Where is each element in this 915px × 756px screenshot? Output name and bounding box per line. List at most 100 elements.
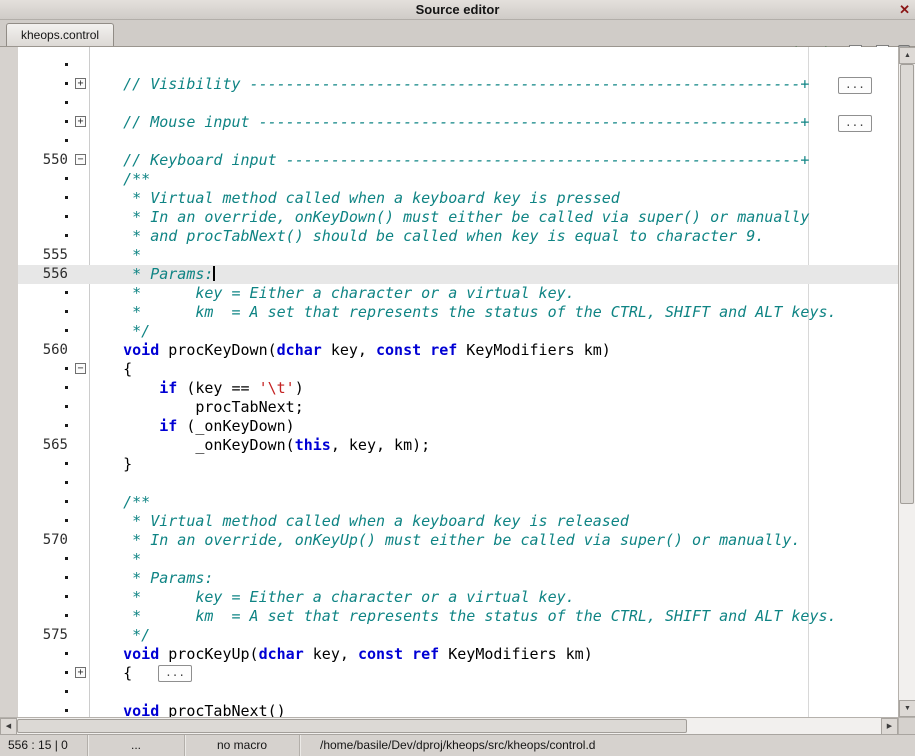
fold-collapse-icon[interactable]: − xyxy=(75,154,86,165)
gutter-line-dot[interactable] xyxy=(18,550,72,569)
gutter-line-dot[interactable] xyxy=(18,360,72,379)
editor-line[interactable]: } xyxy=(18,455,898,474)
fold-ellipsis[interactable]: ... xyxy=(838,77,872,94)
gutter-line-dot[interactable] xyxy=(18,170,72,189)
editor-line[interactable]: if (_onKeyDown) xyxy=(18,417,898,436)
horizontal-scrollbar-thumb[interactable] xyxy=(17,719,687,733)
gutter-line-dot[interactable] xyxy=(18,132,72,151)
gutter-line-dot[interactable] xyxy=(18,645,72,664)
gutter-line-dot[interactable] xyxy=(18,189,72,208)
editor-line[interactable] xyxy=(18,56,898,75)
editor-line[interactable]: + // Mouse input -----------------------… xyxy=(18,113,898,132)
editor-line[interactable]: 575 */ xyxy=(18,626,898,645)
editor-line[interactable]: void procTabNext() xyxy=(18,702,898,717)
gutter-line-dot[interactable] xyxy=(18,398,72,417)
gutter-line-number[interactable]: 560 xyxy=(18,341,72,360)
code-text: void procKeyDown(dchar key, const ref Ke… xyxy=(87,341,611,360)
gutter-line-dot[interactable] xyxy=(18,284,72,303)
editor-line[interactable] xyxy=(18,94,898,113)
editor-line[interactable]: * and procTabNext() should be called whe… xyxy=(18,227,898,246)
scroll-up-icon[interactable]: ▲ xyxy=(899,47,915,64)
editor-line[interactable]: * Virtual method called when a keyboard … xyxy=(18,512,898,531)
editor-line[interactable]: * key = Either a character or a virtual … xyxy=(18,284,898,303)
editor-line[interactable]: procTabNext; xyxy=(18,398,898,417)
editor-line-current[interactable]: 556 * Params: xyxy=(18,265,898,284)
editor-line[interactable]: − { xyxy=(18,360,898,379)
gutter-line-dot[interactable] xyxy=(18,56,72,75)
editor-line[interactable]: * In an override, onKeyDown() must eithe… xyxy=(18,208,898,227)
gutter-line-dot[interactable] xyxy=(18,113,72,132)
editor-left-margin xyxy=(0,47,18,717)
editor-line[interactable]: * key = Either a character or a virtual … xyxy=(18,588,898,607)
gutter-line-dot[interactable] xyxy=(18,588,72,607)
gutter-line-dot[interactable] xyxy=(18,474,72,493)
gutter-line-dot[interactable] xyxy=(18,303,72,322)
gutter-line-dot[interactable] xyxy=(18,379,72,398)
line-dot-icon xyxy=(65,310,68,313)
gutter-line-dot[interactable] xyxy=(18,683,72,702)
code-text: { xyxy=(87,360,132,379)
gutter-line-dot[interactable] xyxy=(18,569,72,588)
gutter-line-number[interactable]: 550 xyxy=(18,151,72,170)
code-editor[interactable]: + // Visibility ------------------------… xyxy=(18,47,898,717)
editor-line[interactable]: * Params: xyxy=(18,569,898,588)
gutter-line-dot[interactable] xyxy=(18,702,72,717)
gutter-line-number[interactable]: 565 xyxy=(18,436,72,455)
gutter-line-number[interactable]: 555 xyxy=(18,246,72,265)
fold-expand-icon[interactable]: + xyxy=(75,116,86,127)
editor-line[interactable]: 565 _onKeyDown(this, key, km); xyxy=(18,436,898,455)
gutter-line-dot[interactable] xyxy=(18,493,72,512)
fold-expand-icon[interactable]: + xyxy=(75,667,86,678)
gutter-line-number[interactable]: 575 xyxy=(18,626,72,645)
scroll-down-icon[interactable]: ▼ xyxy=(899,700,915,717)
editor-line[interactable]: + // Visibility ------------------------… xyxy=(18,75,898,94)
editor-line[interactable]: * km = A set that represents the status … xyxy=(18,303,898,322)
editor-line[interactable]: 555 * xyxy=(18,246,898,265)
editor-line[interactable]: /** xyxy=(18,170,898,189)
gutter-line-dot[interactable] xyxy=(18,455,72,474)
editor-line[interactable] xyxy=(18,132,898,151)
gutter-line-dot[interactable] xyxy=(18,208,72,227)
code-text: * xyxy=(87,550,141,569)
gutter-line-dot[interactable] xyxy=(18,94,72,113)
gutter-line-dot[interactable] xyxy=(18,664,72,683)
fold-collapse-icon[interactable]: − xyxy=(75,363,86,374)
scroll-left-icon[interactable]: ◀ xyxy=(0,718,17,735)
gutter-line-dot[interactable] xyxy=(18,322,72,341)
gutter-line-dot[interactable] xyxy=(18,512,72,531)
gutter-line-dot[interactable] xyxy=(18,417,72,436)
editor-line[interactable]: if (key == '\t') xyxy=(18,379,898,398)
editor-line[interactable]: void procKeyUp(dchar key, const ref KeyM… xyxy=(18,645,898,664)
line-dot-icon xyxy=(65,462,68,465)
gutter-line-dot[interactable] xyxy=(18,75,72,94)
editor-line[interactable] xyxy=(18,474,898,493)
horizontal-scrollbar[interactable]: ◀ ▶ xyxy=(0,717,898,734)
editor-line[interactable]: * km = A set that represents the status … xyxy=(18,607,898,626)
tab-kheops-control[interactable]: kheops.control xyxy=(6,23,114,46)
editor-line[interactable]: /** xyxy=(18,493,898,512)
gutter-line-number[interactable]: 556 xyxy=(18,265,72,284)
fold-expand-icon[interactable]: + xyxy=(75,78,86,89)
editor-line[interactable]: + {... xyxy=(18,664,898,683)
window-close-icon[interactable]: ✕ xyxy=(899,0,910,19)
editor-line[interactable]: 550− // Keyboard input -----------------… xyxy=(18,151,898,170)
vertical-scrollbar-thumb[interactable] xyxy=(900,64,914,504)
line-dot-icon xyxy=(65,424,68,427)
scroll-right-icon[interactable]: ▶ xyxy=(881,718,898,735)
scrollbar-corner xyxy=(898,717,915,734)
gutter-line-dot[interactable] xyxy=(18,607,72,626)
fold-ellipsis[interactable]: ... xyxy=(158,665,192,682)
gutter-line-dot[interactable] xyxy=(18,227,72,246)
editor-line[interactable]: * Virtual method called when a keyboard … xyxy=(18,189,898,208)
editor-line[interactable]: */ xyxy=(18,322,898,341)
editor-line[interactable]: 570 * In an override, onKeyUp() must eit… xyxy=(18,531,898,550)
editor-line[interactable]: * xyxy=(18,550,898,569)
code-text: * km = A set that represents the status … xyxy=(87,607,837,626)
code-text: // Keyboard input ----------------------… xyxy=(87,151,809,170)
fold-ellipsis[interactable]: ... xyxy=(838,115,872,132)
editor-line[interactable]: 560 void procKeyDown(dchar key, const re… xyxy=(18,341,898,360)
code-text: * key = Either a character or a virtual … xyxy=(87,588,575,607)
editor-line[interactable] xyxy=(18,683,898,702)
gutter-line-number[interactable]: 570 xyxy=(18,531,72,550)
vertical-scrollbar[interactable]: ▲ ▼ xyxy=(898,47,915,717)
